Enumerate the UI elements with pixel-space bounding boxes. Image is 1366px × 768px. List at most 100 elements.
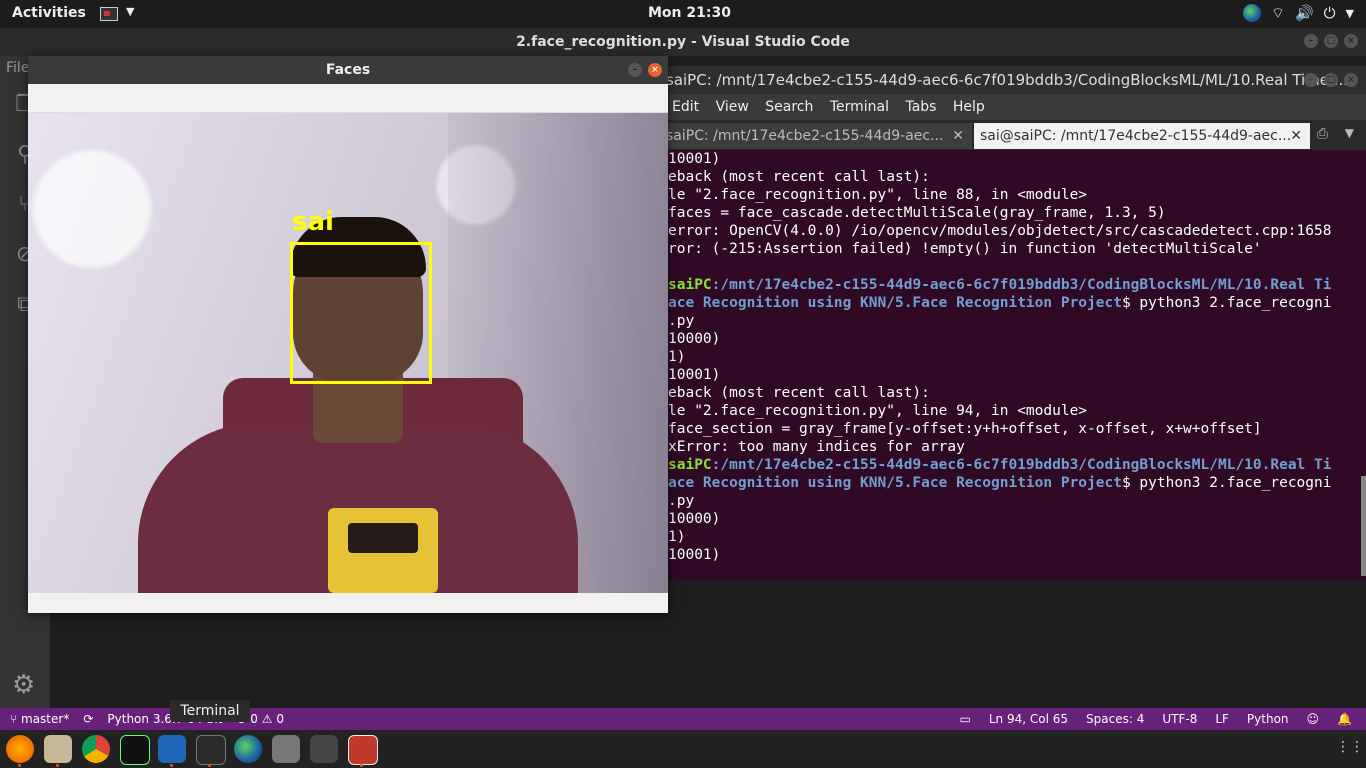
- feedback-icon[interactable]: ☺: [1307, 708, 1320, 730]
- close-icon[interactable]: ✕: [952, 123, 964, 149]
- running-indicator: [208, 764, 211, 767]
- webcam-frame: sai: [28, 113, 668, 593]
- line-ending[interactable]: LF: [1215, 708, 1229, 730]
- cursor-position[interactable]: Ln 94, Col 65: [989, 708, 1068, 730]
- terminal-line: .py: [668, 313, 695, 329]
- menu-tabs[interactable]: Tabs: [905, 99, 936, 115]
- faces-title: Faces: [325, 62, 371, 78]
- top-bar: Activities ▼ Mon 21:30 ⌔ 🔊 ⏻ ▼: [0, 0, 1366, 28]
- close-icon[interactable]: ✕: [1290, 123, 1302, 149]
- terminal-line: 10001): [668, 547, 721, 563]
- terminal-app-icon[interactable]: [196, 735, 226, 765]
- running-indicator: [170, 764, 173, 767]
- terminal-tab-1[interactable]: saiPC: /mnt/17e4cbe2-c155-44d9-aec... ✕: [660, 123, 972, 149]
- menu-terminal[interactable]: Terminal: [830, 99, 889, 115]
- menu-view[interactable]: View: [716, 99, 749, 115]
- terminal-tab-2[interactable]: sai@saiPC: /mnt/17e4cbe2-c155-44d9-aec..…: [974, 123, 1310, 149]
- minimize-button[interactable]: –: [1304, 34, 1318, 48]
- terminal-line: xError: too many indices for array: [668, 439, 965, 455]
- terminal-line: 10001): [668, 367, 721, 383]
- indentation[interactable]: Spaces: 4: [1086, 708, 1144, 730]
- menu-search[interactable]: Search: [765, 99, 813, 115]
- terminal-title: saiPC: /mnt/17e4cbe2-c155-44d9-aec6-6c7f…: [666, 71, 1349, 89]
- terminal-prompt-line: saiPC:/mnt/17e4cbe2-c155-44d9-aec6-6c7f0…: [668, 277, 1332, 293]
- chrome-app-icon[interactable]: [234, 735, 262, 763]
- running-indicator: [56, 764, 59, 767]
- menu-help[interactable]: Help: [953, 99, 985, 115]
- firefox-icon[interactable]: [6, 735, 34, 763]
- chevron-down-icon[interactable]: ▼: [126, 5, 134, 18]
- terminal-line: ror: (-215:Assertion failed) !empty() in…: [668, 241, 1262, 257]
- terminal-window: saiPC: /mnt/17e4cbe2-c155-44d9-aec6-6c7f…: [660, 66, 1366, 580]
- gear-icon[interactable]: ⚙: [12, 670, 35, 700]
- taskbar: ⋮⋮⋮: [0, 730, 1366, 768]
- terminal-scrollbar[interactable]: [1361, 476, 1366, 576]
- system-tray[interactable]: ⌔ 🔊 ⏻ ▼: [1242, 4, 1354, 24]
- chevron-down-icon[interactable]: ▼: [1345, 126, 1354, 140]
- faces-app-icon[interactable]: [348, 735, 378, 765]
- terminal-line: le "2.face_recognition.py", line 94, in …: [668, 403, 1088, 419]
- minimize-button[interactable]: –: [1304, 73, 1318, 87]
- files-icon[interactable]: [44, 735, 72, 763]
- faces-title-bar: Faces – ×: [28, 56, 668, 84]
- clion-icon[interactable]: [120, 735, 150, 765]
- app-grid-icon[interactable]: ⋮⋮⋮: [1336, 739, 1366, 757]
- tooltip: Terminal: [170, 700, 250, 722]
- tab-label: saiPC: /mnt/17e4cbe2-c155-44d9-aec...: [666, 128, 944, 144]
- menu-edit[interactable]: Edit: [672, 99, 699, 115]
- wifi-icon: ⌔: [1270, 4, 1285, 22]
- chrome-status-icon[interactable]: [1242, 4, 1261, 22]
- terminal-prompt-line: ace Recognition using KNN/5.Face Recogni…: [668, 475, 1332, 491]
- terminal-line: 1): [668, 349, 686, 365]
- minimize-button[interactable]: –: [628, 63, 642, 77]
- window-controls: – □ ×: [1304, 34, 1358, 48]
- faces-statusbar: [28, 593, 668, 613]
- video-editor-icon[interactable]: [310, 735, 338, 763]
- chevron-down-icon: ▼: [1345, 7, 1354, 20]
- close-button[interactable]: ×: [1344, 34, 1358, 48]
- terminal-icon[interactable]: ▭: [960, 708, 971, 730]
- software-updater-icon[interactable]: [272, 735, 300, 763]
- git-branch[interactable]: ⑂ master*: [10, 708, 69, 730]
- terminal-line: eback (most recent call last):: [668, 169, 930, 185]
- terminal-line: face_section = gray_frame[y-offset:y+h+o…: [668, 421, 1262, 437]
- terminal-line: .py: [668, 493, 695, 509]
- file-menu[interactable]: File: [6, 60, 29, 76]
- running-indicator: [18, 764, 21, 767]
- close-button[interactable]: ×: [648, 63, 662, 77]
- terminal-line: le "2.face_recognition.py", line 88, in …: [668, 187, 1088, 203]
- terminal-line: 10001): [668, 151, 721, 167]
- running-indicator: [360, 764, 363, 767]
- bell-icon[interactable]: 🔔: [1337, 708, 1352, 730]
- terminal-prompt-line: ace Recognition using KNN/5.Face Recogni…: [668, 295, 1332, 311]
- activities-button[interactable]: Activities: [12, 5, 86, 21]
- terminal-line: error: OpenCV(4.0.0) /io/opencv/modules/…: [668, 223, 1332, 239]
- terminal-line: 10000): [668, 331, 721, 347]
- terminal-line: 1): [668, 529, 686, 545]
- faces-window-controls: – ×: [628, 63, 662, 77]
- vscode-icon[interactable]: [158, 735, 186, 763]
- close-button[interactable]: ×: [1344, 73, 1358, 87]
- faces-toolbar: [28, 84, 668, 113]
- faces-window: Faces – × sai: [28, 56, 668, 613]
- terminal-prompt-line: saiPC:/mnt/17e4cbe2-c155-44d9-aec6-6c7f0…: [668, 457, 1332, 473]
- terminal-tabs: saiPC: /mnt/17e4cbe2-c155-44d9-aec... ✕ …: [660, 120, 1366, 150]
- maximize-button[interactable]: □: [1324, 34, 1338, 48]
- shirt-print-detail: [348, 523, 418, 553]
- volume-icon: 🔊: [1294, 4, 1314, 22]
- chrome-icon[interactable]: [82, 735, 110, 763]
- sync-icon[interactable]: ⟳: [83, 708, 93, 730]
- terminal-line: eback (most recent call last):: [668, 385, 930, 401]
- clock[interactable]: Mon 21:30: [648, 5, 731, 21]
- encoding[interactable]: UTF-8: [1162, 708, 1197, 730]
- power-icon: ⏻: [1323, 4, 1336, 22]
- tab-label: sai@saiPC: /mnt/17e4cbe2-c155-44d9-aec..…: [980, 128, 1292, 144]
- terminal-menu-bar: Edit View Search Terminal Tabs Help: [660, 94, 1366, 120]
- maximize-button[interactable]: □: [1324, 73, 1338, 87]
- language-mode[interactable]: Python: [1247, 708, 1289, 730]
- keyboard-layout-icon[interactable]: [100, 7, 118, 21]
- new-tab-icon[interactable]: ⎙: [1317, 126, 1328, 142]
- terminal-output[interactable]: 10001) eback (most recent call last): le…: [660, 150, 1366, 580]
- face-label: sai: [292, 207, 334, 237]
